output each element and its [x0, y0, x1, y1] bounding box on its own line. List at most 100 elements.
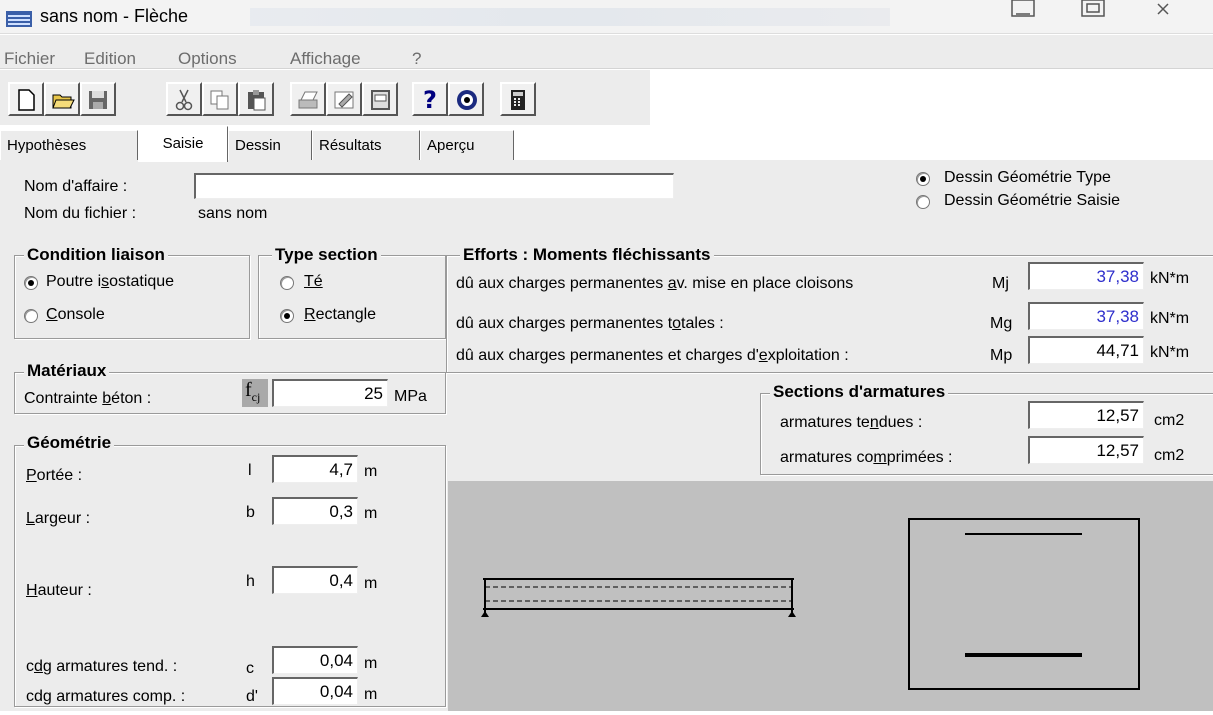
armatures-comprimees-value[interactable] [1028, 436, 1144, 464]
armatures-tendues-value[interactable] [1028, 401, 1144, 429]
rectangle-label[interactable]: Rectangle [304, 306, 376, 324]
hauteur-input[interactable] [272, 566, 358, 594]
menu-options[interactable]: Options [178, 49, 237, 69]
minimize-button[interactable] [1000, 0, 1046, 22]
properties-button[interactable] [326, 82, 362, 116]
menu-fichier[interactable]: Fichier [4, 49, 55, 69]
menu-help[interactable]: ? [412, 49, 421, 69]
effort-mg-symbol: Mg [990, 315, 1013, 332]
type-section-title: Type section [272, 245, 381, 265]
condition-liaison-title: Condition liaison [24, 245, 168, 265]
cdg-comp-symbol: d' [246, 688, 258, 705]
effort-mp-label: dû aux charges permanentes et charges d'… [456, 347, 849, 364]
cdg-tend-unit: m [364, 655, 378, 672]
radio-rectangle[interactable] [280, 309, 294, 323]
cross-section [908, 518, 1140, 690]
portee-input[interactable] [272, 455, 358, 483]
title-blur [250, 8, 890, 26]
cut-button[interactable] [166, 82, 202, 116]
menu-edition[interactable]: Edition [84, 49, 136, 69]
tab-hypotheses[interactable]: Hypothèses [0, 130, 138, 160]
new-file-icon [18, 89, 35, 111]
largeur-label: Largeur : [26, 510, 91, 527]
radio-poutre-isostatique[interactable] [24, 276, 38, 290]
largeur-input[interactable] [272, 497, 358, 525]
tab-dessin[interactable]: Dessin [228, 130, 312, 160]
page-setup-button[interactable] [362, 82, 398, 116]
print-button[interactable] [290, 82, 326, 116]
console-label[interactable]: Console [46, 306, 105, 324]
effort-mj-symbol: Mj [992, 275, 1009, 292]
largeur-symbol: b [246, 504, 255, 521]
cut-icon [175, 89, 193, 111]
effort-mj-value[interactable] [1028, 262, 1144, 290]
maximize-button[interactable] [1070, 0, 1116, 22]
tab-apercu[interactable]: Aperçu [420, 130, 514, 160]
portee-label: Portée : [26, 467, 83, 484]
menu-affichage[interactable]: Affichage [290, 49, 361, 69]
cdg-comp-input[interactable] [272, 677, 358, 705]
window-title: sans nom - Flèche [40, 6, 189, 26]
hauteur-label: Hauteur : [26, 582, 92, 599]
efforts-title: Efforts : Moments fléchissants [460, 245, 714, 265]
save-button[interactable] [80, 82, 116, 116]
help-button[interactable]: ? [412, 82, 448, 116]
radio-geometrie-type[interactable] [916, 172, 930, 186]
save-icon [89, 91, 107, 109]
cdg-tend-input[interactable] [272, 646, 358, 674]
help-icon: ? [423, 86, 437, 114]
armatures-comprimees-label: armatures comprimées : [780, 449, 953, 466]
contrainte-beton-input[interactable] [272, 379, 388, 407]
new-file-button[interactable] [8, 82, 44, 116]
largeur-unit: m [364, 505, 378, 522]
calculator-icon [511, 90, 525, 110]
paste-button[interactable] [238, 82, 274, 116]
effort-mg-label: dû aux charges permanentes totales : [456, 315, 724, 332]
armatures-tendues-unit: cm2 [1154, 412, 1185, 429]
close-button[interactable] [1140, 0, 1186, 22]
portee-unit: m [364, 463, 378, 480]
print-icon [298, 91, 318, 109]
effort-mp-value[interactable] [1028, 336, 1144, 364]
effort-mp-unit: kN*m [1150, 344, 1190, 361]
radio-geometrie-saisie[interactable] [916, 195, 930, 209]
materiaux-title: Matériaux [24, 361, 110, 381]
radio-console[interactable] [24, 309, 38, 323]
fichier-label: Nom du fichier : [24, 205, 137, 222]
effort-mg-value[interactable] [1028, 302, 1144, 330]
calculator-button[interactable] [500, 82, 536, 116]
web-button[interactable] [448, 82, 484, 116]
open-folder-icon [52, 94, 75, 109]
hauteur-unit: m [364, 575, 378, 592]
te-label[interactable]: Té [304, 273, 323, 291]
radio-te[interactable] [280, 276, 294, 290]
poutre-isostatique-label[interactable]: Poutre isostatique [46, 273, 174, 291]
effort-mg-unit: kN*m [1150, 310, 1190, 327]
hauteur-symbol: h [246, 573, 255, 590]
title-bar: sans nom - Flèche [0, 0, 1213, 34]
menu-bar: Fichier Edition Options Affichage ? [0, 35, 1213, 69]
toolbar: ? [0, 70, 650, 125]
affaire-input[interactable] [194, 173, 674, 199]
fcj-symbol: fcj [242, 379, 268, 407]
paste-icon [248, 90, 266, 111]
open-button[interactable] [44, 82, 80, 116]
contrainte-beton-label: Contrainte béton : [24, 390, 152, 407]
radio-geometrie-saisie-label[interactable]: Dessin Géométrie Saisie [944, 192, 1120, 210]
beam-elevation [481, 578, 796, 617]
copy-button[interactable] [202, 82, 238, 116]
radio-geometrie-type-label[interactable]: Dessin Géométrie Type [944, 169, 1111, 187]
tab-resultats[interactable]: Résultats [312, 130, 420, 160]
effort-mj-label: dû aux charges permanentes av. mise en p… [456, 275, 854, 292]
copy-icon [210, 90, 229, 110]
tab-saisie[interactable]: Saisie [138, 126, 228, 162]
geometrie-title: Géométrie [24, 433, 115, 453]
affaire-label: Nom d'affaire : [24, 178, 128, 195]
properties-icon [334, 91, 354, 109]
type-section-group [258, 255, 446, 339]
condition-liaison-group [14, 255, 250, 339]
drawing-area [448, 481, 1213, 711]
cdg-tend-symbol: c [246, 660, 254, 677]
cdg-tend-label: cdg armatures tend. : [26, 658, 178, 675]
cdg-comp-label: cdg armatures comp. : [26, 688, 186, 705]
